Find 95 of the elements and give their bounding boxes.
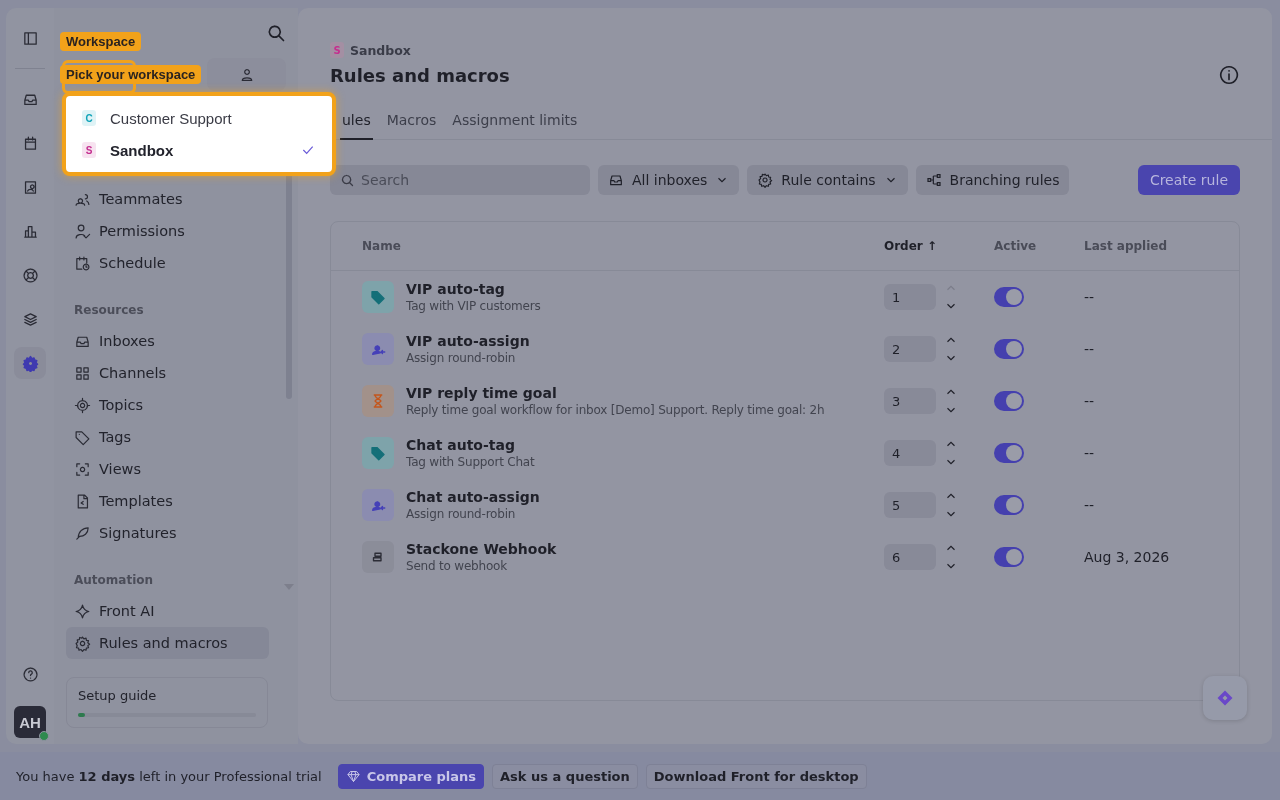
table-cell-text: --	[1084, 289, 1096, 305]
section-heading: Resources	[73, 302, 145, 319]
table-cell-text: --	[1084, 445, 1096, 461]
user-avatar[interactable]: AH	[14, 706, 46, 738]
rule-name[interactable]: VIP auto-assign	[406, 333, 530, 349]
order-field[interactable]: 6	[884, 544, 936, 570]
rule-name[interactable]: Chat auto-tag	[406, 437, 535, 453]
rule-description: Assign round-robin	[406, 507, 517, 521]
sidebar-item[interactable]: Front AI	[66, 595, 253, 627]
sidebar-item[interactable]: Views	[66, 453, 253, 485]
rule-description: Send to webhook	[406, 559, 508, 573]
sidebar-item[interactable]: Permissions	[66, 215, 253, 247]
tab[interactable]: ules	[340, 112, 373, 140]
active-toggle[interactable]	[994, 495, 1024, 515]
rule-name[interactable]: Stackone Webhook	[406, 541, 557, 557]
filter-button[interactable]: Rule contains	[747, 165, 908, 195]
focus-icon	[74, 460, 91, 478]
sidebar-item[interactable]: Rules and macros	[66, 627, 269, 659]
sidebar-item[interactable]: Channels	[66, 357, 253, 389]
gear-icon	[74, 634, 91, 652]
rule-name[interactable]: Chat auto-assign	[406, 489, 540, 505]
tab[interactable]: Macros	[384, 112, 439, 140]
sidebar-item[interactable]: Topics	[66, 389, 253, 421]
rule-description: Reply time goal workflow for inbox [Demo] Support. Reply time goal: 2h	[406, 403, 825, 417]
order-field[interactable]: 5	[884, 492, 936, 518]
order-field[interactable]: 4	[884, 440, 936, 466]
section-heading: Automation	[73, 572, 155, 589]
order-field[interactable]: 1	[884, 284, 936, 310]
sidebar-item[interactable]: Templates	[66, 485, 253, 517]
breadcrumb-link[interactable]: Sandbox	[350, 42, 411, 58]
column-header[interactable]: Name	[362, 239, 884, 253]
search-icon	[340, 173, 355, 188]
grid-icon	[74, 364, 91, 382]
target-icon	[74, 396, 91, 414]
active-toggle[interactable]	[994, 391, 1024, 411]
feather-icon	[74, 524, 91, 542]
table-cell-text: --	[1084, 497, 1096, 513]
workspace-badge: C	[82, 110, 96, 126]
workspace-badge: S	[330, 42, 344, 58]
gear-icon	[757, 172, 774, 188]
info-icon[interactable]	[1218, 64, 1240, 86]
footer-button[interactable]: Download Front for desktop	[645, 763, 867, 789]
tag-icon	[362, 437, 394, 469]
hourglass-icon	[362, 385, 394, 417]
trial-message: You have 12 days left in your Professional trial	[16, 768, 322, 784]
tour-callout: Pick your workspace	[60, 65, 202, 84]
sidebar-item[interactable]: Signatures	[66, 517, 253, 549]
person-add-icon	[362, 333, 394, 365]
active-toggle[interactable]	[994, 287, 1024, 307]
search-field[interactable]: Search	[330, 165, 590, 195]
active-toggle[interactable]	[994, 547, 1024, 567]
rule-description: Tag with Support Chat	[406, 455, 535, 469]
workspace-option[interactable]: S Sandbox	[70, 134, 328, 166]
calendar-clock-icon	[74, 254, 91, 272]
sidebar-item[interactable]: Teammates	[66, 183, 253, 215]
sidebar-item[interactable]: Schedule	[66, 247, 253, 279]
search-icon[interactable]	[266, 23, 286, 44]
page-title: Rules and macros	[330, 64, 510, 86]
rule-name[interactable]: VIP auto-tag	[406, 281, 541, 297]
gear-icon[interactable]	[14, 347, 46, 379]
table-cell-text: --	[1084, 393, 1096, 409]
inbox-icon	[608, 172, 624, 188]
tag-icon	[362, 281, 394, 313]
branch-icon	[925, 172, 942, 188]
tour-callout: Workspace	[60, 32, 142, 51]
footer-button[interactable]: Compare plans	[337, 763, 485, 789]
table-cell-text: --	[1084, 341, 1096, 357]
sparkle-icon	[74, 602, 91, 620]
tab[interactable]: Assignment limits	[450, 112, 580, 140]
tag-icon	[74, 428, 91, 446]
table-cell-text: Aug 3, 2026	[1084, 549, 1171, 565]
rule-description: Tag with VIP customers	[406, 299, 541, 313]
footer-button[interactable]: Ask us a question	[492, 763, 638, 789]
setup-guide-card[interactable]: Setup guide	[66, 677, 268, 728]
active-toggle[interactable]	[994, 339, 1024, 359]
column-header[interactable]: Order ↑	[884, 239, 994, 253]
rule-description: Assign round-robin	[406, 351, 517, 365]
workspace-badge: S	[82, 142, 96, 158]
person-check-icon	[74, 222, 91, 240]
workspace-option[interactable]: C Customer Support	[70, 102, 328, 134]
sparkle-icon	[1215, 688, 1235, 708]
order-field[interactable]: 2	[884, 336, 936, 362]
sidebar-item[interactable]: Inboxes	[66, 325, 253, 357]
rule-name[interactable]: VIP reply time goal	[406, 385, 825, 401]
filter-button[interactable]: All inboxes	[598, 165, 740, 195]
diamond-icon	[345, 768, 361, 784]
setup-guide-label: Setup guide	[78, 688, 158, 703]
order-field[interactable]: 3	[884, 388, 936, 414]
active-toggle[interactable]	[994, 443, 1024, 463]
filter-button[interactable]: Branching rules	[915, 165, 1070, 195]
person-add-icon	[362, 489, 394, 521]
column-header[interactable]: Last applied	[1084, 239, 1239, 253]
column-header[interactable]: Active	[994, 239, 1084, 253]
sidebar-item[interactable]: Tags	[66, 421, 253, 453]
create-rule-button[interactable]: Create rule	[1137, 165, 1240, 195]
